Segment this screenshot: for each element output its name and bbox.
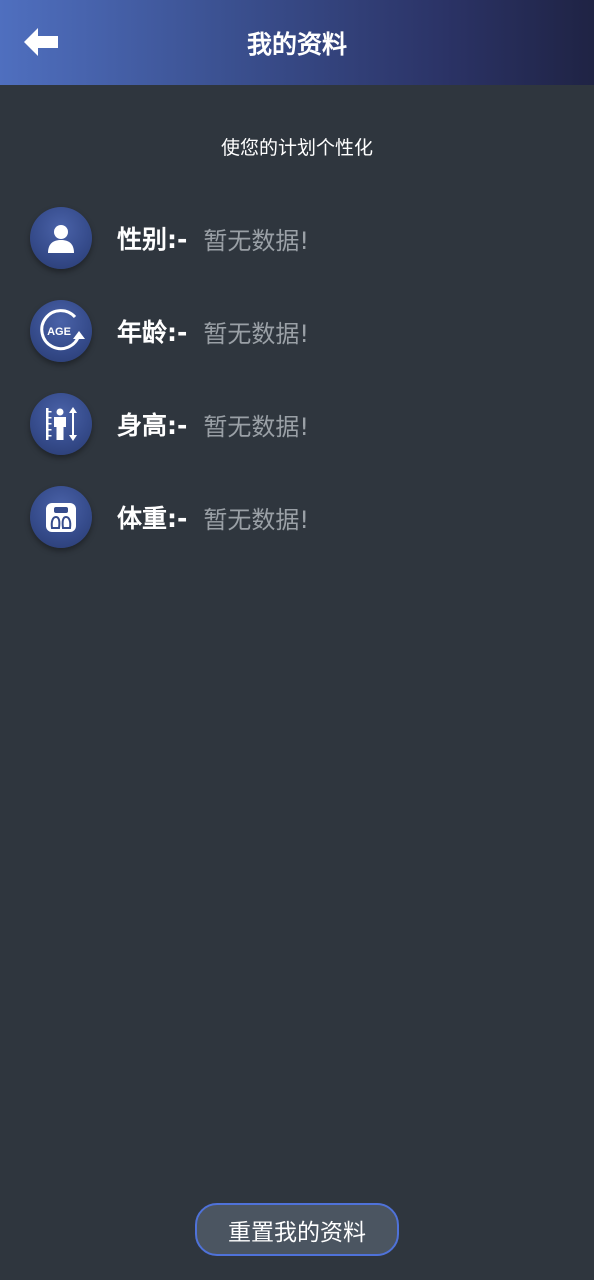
subtitle: 使您的计划个性化: [220, 137, 373, 159]
profile-row-weight[interactable]: 体重:- 暂无数据!: [30, 485, 550, 549]
weight-label: 体重:-: [117, 504, 188, 533]
age-value: 暂无数据!: [203, 319, 309, 348]
height-icon: [30, 393, 92, 455]
scale-icon: [30, 486, 92, 548]
height-label: 身高:-: [117, 411, 188, 440]
person-icon: [30, 207, 92, 269]
app-header: 我的资料: [0, 0, 594, 85]
page-title: 我的资料: [246, 29, 347, 59]
reset-profile-button[interactable]: 重置我的资料: [195, 1203, 399, 1256]
weight-value: 暂无数据!: [203, 505, 309, 534]
height-value: 暂无数据!: [203, 412, 309, 441]
gender-value: 暂无数据!: [203, 226, 309, 255]
profile-row-age[interactable]: AGE 年龄:- 暂无数据!: [30, 299, 550, 363]
profile-row-height[interactable]: 身高:- 暂无数据!: [30, 392, 550, 456]
age-label: 年龄:-: [117, 318, 188, 347]
age-icon: AGE: [30, 300, 92, 362]
svg-text:AGE: AGE: [47, 326, 71, 338]
profile-row-gender[interactable]: 性别:- 暂无数据!: [30, 206, 550, 270]
gender-label: 性别:-: [117, 225, 188, 254]
